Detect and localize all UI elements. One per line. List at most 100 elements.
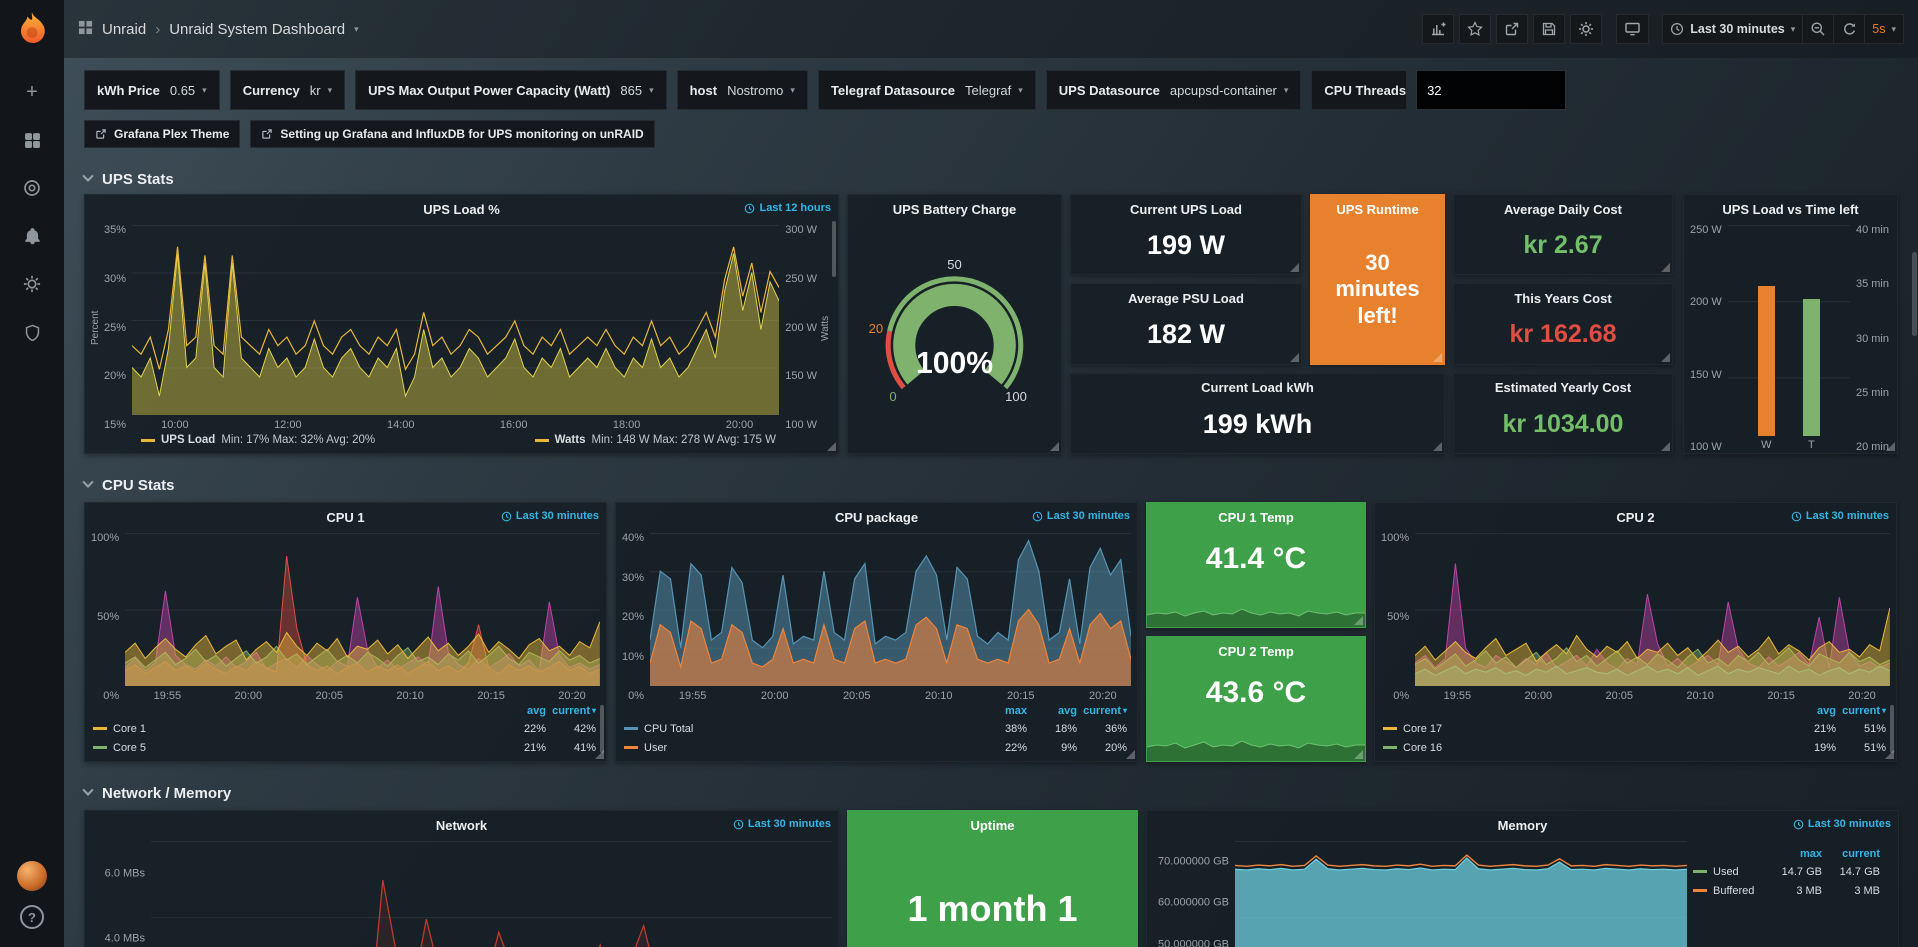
section-cpu-stats[interactable]: CPU Stats <box>84 470 1900 500</box>
bar-T[interactable] <box>1803 299 1820 436</box>
refresh-button[interactable] <box>1833 14 1865 44</box>
cpu-threads-input[interactable] <box>1416 70 1566 110</box>
legend-scrollbar[interactable] <box>600 705 604 753</box>
panel-resize-handle[interactable] <box>1126 750 1135 759</box>
section-ups-stats[interactable]: UPS Stats <box>84 164 1900 194</box>
variable-telegraf-datasource[interactable]: Telegraf Datasource Telegraf▾ <box>818 70 1036 110</box>
breadcrumb-app[interactable]: Unraid <box>102 21 146 38</box>
panel-resize-handle[interactable] <box>1354 616 1363 625</box>
panel-resize-handle[interactable] <box>827 442 836 451</box>
help-icon[interactable]: ? <box>20 905 44 929</box>
dashboards-icon[interactable] <box>12 120 52 160</box>
link-grafana-plex-theme[interactable]: Grafana Plex Theme <box>84 120 240 148</box>
panel-resize-handle[interactable] <box>1661 442 1670 451</box>
panel-resize-handle[interactable] <box>1433 353 1442 362</box>
cycle-view-mode-button[interactable] <box>1616 14 1649 44</box>
configuration-gear-icon[interactable] <box>12 264 52 304</box>
link-ups-monitoring-guide[interactable]: Setting up Grafana and InfluxDB for UPS … <box>250 120 654 148</box>
panel-resize-handle[interactable] <box>1290 263 1299 272</box>
variable-value[interactable]: kr▾ <box>310 83 332 98</box>
alerting-bell-icon[interactable] <box>12 216 52 256</box>
legend-series-name[interactable]: Used <box>1693 866 1764 878</box>
panel-title[interactable]: Estimated Yearly Cost <box>1495 380 1631 395</box>
panel-title[interactable]: Current UPS Load <box>1130 202 1242 217</box>
variable-value[interactable]: Telegraf▾ <box>965 83 1023 98</box>
panel-resize-handle[interactable] <box>1433 442 1442 451</box>
refresh-interval-picker[interactable]: 5s ▾ <box>1864 14 1904 44</box>
memory-chart[interactable] <box>1235 841 1687 947</box>
dashboard-grid-icon[interactable] <box>78 20 93 38</box>
dashboard-settings-button[interactable] <box>1570 14 1602 44</box>
panel-title[interactable]: UPS Runtime <box>1336 202 1418 217</box>
panel-resize-handle[interactable] <box>1661 263 1670 272</box>
cpu1-chart[interactable] <box>125 533 600 686</box>
ups-bar-chart[interactable]: WT <box>1728 225 1850 453</box>
legend-header-current[interactable]: current▾ <box>1836 705 1886 717</box>
legend-header-current[interactable]: current▾ <box>1077 705 1127 717</box>
variable-currency[interactable]: Currency kr▾ <box>230 70 345 110</box>
variable-value[interactable]: 865▾ <box>620 83 653 98</box>
panel-title[interactable]: Current Load kWh <box>1201 380 1314 395</box>
legend-header-avg[interactable]: avg <box>496 705 546 717</box>
bar-group-T[interactable]: T <box>1803 229 1820 453</box>
variable-host[interactable]: host Nostromo▾ <box>677 70 808 110</box>
user-avatar[interactable] <box>17 861 47 891</box>
dashboard-title-caret-icon[interactable]: ▾ <box>354 25 359 34</box>
variable-kwh-price[interactable]: kWh Price 0.65▾ <box>84 70 220 110</box>
legend-series-name[interactable]: Core 1 <box>93 723 496 735</box>
panel-title[interactable]: Average PSU Load <box>1128 291 1244 306</box>
section-network-memory[interactable]: Network / Memory <box>84 778 1900 808</box>
panel-title[interactable]: UPS Battery Charge <box>893 202 1017 217</box>
legend-series-name[interactable]: Core 5 <box>93 742 496 754</box>
ups-load-chart[interactable] <box>132 225 779 415</box>
star-dashboard-button[interactable] <box>1459 14 1491 44</box>
variable-value[interactable]: 0.65▾ <box>170 83 207 98</box>
panel-title[interactable]: UPS Load % <box>423 202 500 217</box>
time-range-picker[interactable]: Last 30 minutes ▾ <box>1662 14 1803 44</box>
zoom-out-button[interactable] <box>1802 14 1834 44</box>
panel-title[interactable]: CPU 1 Temp <box>1218 510 1294 525</box>
grafana-logo-icon[interactable] <box>11 8 53 50</box>
bar-W[interactable] <box>1758 286 1775 436</box>
panel-resize-handle[interactable] <box>1661 353 1670 362</box>
legend-item-watts[interactable]: Watts Min: 148 W Max: 278 W Avg: 175 W <box>535 434 776 446</box>
share-dashboard-button[interactable] <box>1496 14 1528 44</box>
panel-scrollbar[interactable] <box>832 221 836 277</box>
legend-series-name[interactable]: Core 16 <box>1383 742 1786 754</box>
server-admin-shield-icon[interactable] <box>12 312 52 352</box>
panel-title[interactable]: This Years Cost <box>1514 291 1611 306</box>
panel-resize-handle[interactable] <box>1354 750 1363 759</box>
panel-title[interactable]: CPU 2 Temp <box>1218 644 1294 659</box>
cpu-package-chart[interactable] <box>650 533 1131 686</box>
cpu2-chart[interactable] <box>1415 533 1890 686</box>
legend-header-max[interactable]: max <box>977 705 1027 717</box>
page-scrollbar[interactable] <box>1912 252 1917 336</box>
variable-value[interactable]: apcupsd-container▾ <box>1170 83 1289 98</box>
legend-scrollbar[interactable] <box>1890 705 1894 753</box>
legend-item-ups-load[interactable]: UPS Load Min: 17% Max: 32% Avg: 20% <box>141 434 375 446</box>
legend-header-avg[interactable]: avg <box>1786 705 1836 717</box>
add-panel-button[interactable] <box>1422 14 1454 44</box>
legend-series-name[interactable]: Buffered <box>1693 885 1764 897</box>
panel-title[interactable]: Uptime <box>970 818 1014 833</box>
breadcrumb-dashboard-title[interactable]: Unraid System Dashboard <box>169 21 345 38</box>
panel-title[interactable]: Memory <box>1498 818 1548 833</box>
panel-resize-handle[interactable] <box>595 750 604 759</box>
panel-resize-handle[interactable] <box>1050 442 1059 451</box>
panel-title[interactable]: CPU 1 <box>326 510 364 525</box>
variable-ups-max-output[interactable]: UPS Max Output Power Capacity (Watt) 865… <box>355 70 666 110</box>
network-chart[interactable] <box>151 841 832 947</box>
create-plus-icon[interactable]: + <box>12 72 52 112</box>
panel-title[interactable]: UPS Load vs Time left <box>1722 202 1858 217</box>
legend-header-max[interactable]: max <box>1764 848 1822 860</box>
panel-resize-handle[interactable] <box>1885 750 1894 759</box>
panel-title[interactable]: Network <box>436 818 487 833</box>
legend-header-current[interactable]: current▾ <box>546 705 596 717</box>
legend-series-name[interactable]: Core 17 <box>1383 723 1786 735</box>
variable-value[interactable]: Nostromo▾ <box>727 83 795 98</box>
panel-title[interactable]: CPU 2 <box>1616 510 1654 525</box>
panel-title[interactable]: CPU package <box>835 510 918 525</box>
legend-header-current[interactable]: current <box>1822 848 1880 860</box>
save-dashboard-button[interactable] <box>1533 14 1565 44</box>
legend-header-avg[interactable]: avg <box>1027 705 1077 717</box>
